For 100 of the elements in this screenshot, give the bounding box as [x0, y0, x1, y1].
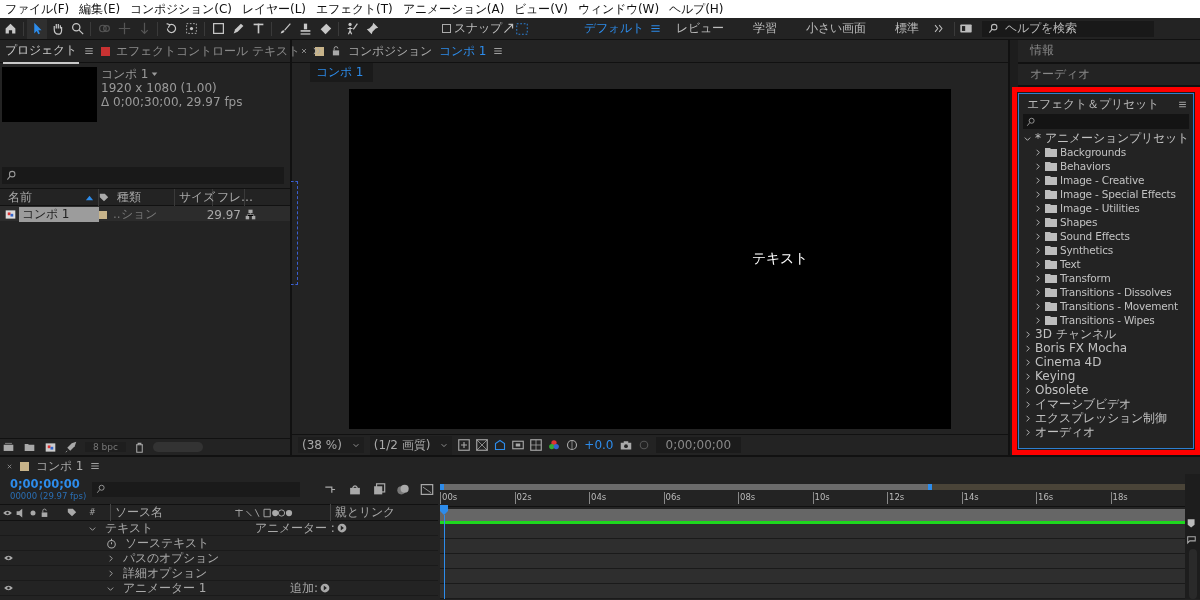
menu-icon[interactable]	[1178, 99, 1187, 109]
workspace-tab[interactable]: 標準	[880, 20, 933, 37]
panel-title[interactable]: エフェクト＆プリセット	[1027, 95, 1159, 113]
help-search-field[interactable]: ヘルプを検索	[982, 20, 1154, 37]
chevron-icon[interactable]	[1033, 203, 1042, 213]
zoom-marker-icon[interactable]	[1187, 518, 1198, 530]
frame-blending-icon[interactable]	[372, 482, 386, 496]
add-menu-label[interactable]: 追加:	[290, 579, 319, 597]
chevron-icon[interactable]	[1033, 273, 1042, 283]
chevron-icon[interactable]	[1023, 357, 1032, 367]
layer-property-name[interactable]: ソーステキスト	[125, 534, 209, 552]
eye-icon[interactable]	[2, 583, 14, 593]
chevron-icon[interactable]	[1033, 301, 1042, 311]
playhead-handle-icon[interactable]	[440, 505, 448, 515]
color-channels-icon[interactable]	[548, 439, 561, 451]
chevron-icon[interactable]	[1023, 329, 1032, 339]
composition-tab-name[interactable]: コンポ 1	[439, 42, 487, 60]
grid-icon[interactable]	[458, 439, 471, 451]
effects-tree-item[interactable]: イマーシブビデオ	[1035, 397, 1131, 412]
motion-blur-icon[interactable]	[396, 482, 410, 496]
timecode-field[interactable]: 0;00;00;00	[655, 437, 742, 453]
effects-tree-item[interactable]: Transform	[1060, 271, 1111, 286]
effects-tree-item[interactable]: Boris FX Mocha	[1035, 341, 1128, 356]
chevron-icon[interactable]	[106, 553, 115, 563]
chevron-icon[interactable]	[1033, 259, 1042, 269]
composition-icon[interactable]	[44, 441, 57, 453]
double-chevron-icon[interactable]	[311, 46, 322, 56]
menu-icon[interactable]	[90, 461, 101, 471]
effects-tree-item[interactable]: Transitions - Wipes	[1060, 313, 1155, 328]
pointer-tool[interactable]	[27, 18, 47, 39]
chevron-icon[interactable]	[1033, 315, 1042, 325]
comment-icon[interactable]	[1187, 534, 1198, 545]
region-icon[interactable]	[512, 439, 525, 451]
timeline-tab[interactable]: コンポ 1	[36, 457, 84, 475]
safe-margins-icon[interactable]	[476, 439, 489, 451]
trash-icon[interactable]	[133, 441, 145, 453]
column-header[interactable]: 名前	[8, 189, 32, 206]
effects-tree-item[interactable]: Behaviors	[1060, 159, 1111, 174]
lock-icon[interactable]	[331, 46, 341, 56]
menu-icon[interactable]	[84, 46, 94, 56]
search-field[interactable]	[2, 167, 284, 184]
add-menu-label[interactable]: アニメーター :	[255, 519, 335, 537]
composition-tab-title[interactable]: コンポジション	[348, 42, 432, 60]
playhead[interactable]	[440, 505, 448, 599]
effects-tree-item[interactable]: Obsolete	[1035, 383, 1089, 398]
workspace-tab[interactable]: デフォルト	[569, 20, 650, 37]
effects-tree-item[interactable]: Shapes	[1060, 215, 1098, 230]
workspace-tab[interactable]: 学習	[738, 20, 791, 37]
hierarchy-icon[interactable]	[245, 209, 256, 220]
panel-tab[interactable]: プロジェクト	[3, 38, 79, 64]
effects-search-field[interactable]	[1023, 114, 1189, 130]
layer-property-name[interactable]: テキスト	[105, 519, 153, 537]
menu-item[interactable]: ファイル(F)	[0, 0, 75, 18]
dropdown-icon[interactable]	[151, 70, 159, 78]
chevron-icon[interactable]	[1033, 147, 1042, 157]
column-header[interactable]: 種類	[117, 189, 141, 206]
effects-tree-item[interactable]: Backgrounds	[1060, 145, 1126, 160]
exposure-reset-icon[interactable]	[566, 439, 579, 451]
double-chevron-icon[interactable]	[933, 23, 944, 34]
layer-property-name[interactable]: 詳細オプション	[123, 564, 207, 582]
close-icon[interactable]	[6, 462, 13, 470]
effects-tree-item[interactable]: Synthetics	[1060, 243, 1114, 258]
chevron-icon[interactable]	[1023, 343, 1032, 353]
effects-tree-item[interactable]: Transitions - Movement	[1060, 299, 1178, 314]
chevron-icon[interactable]	[1033, 245, 1042, 255]
effects-tree-item[interactable]: Image - Utilities	[1060, 201, 1140, 216]
solo-dot-icon[interactable]	[29, 508, 37, 517]
column-header[interactable]: サイズ	[179, 189, 215, 206]
effects-tree-item[interactable]: Transitions - Dissolves	[1060, 285, 1172, 300]
eye-icon[interactable]	[2, 553, 14, 563]
resolution-dropdown[interactable]: (1/2 画質)	[369, 435, 453, 455]
effects-tree-item[interactable]: Text	[1060, 257, 1081, 272]
zoom-dropdown[interactable]: (38 %)	[298, 437, 364, 453]
effects-tree-item[interactable]: オーディオ	[1035, 425, 1095, 440]
column-header[interactable]: フレ…	[217, 189, 253, 206]
layer-property-name[interactable]: パスのオプション	[123, 549, 219, 567]
workspace-tab[interactable]: レビュー	[661, 20, 738, 37]
menu-item[interactable]: レイヤー(L)	[236, 0, 312, 18]
menu-item[interactable]: 編集(E)	[74, 0, 126, 18]
graph-editor-icon[interactable]	[420, 482, 434, 496]
id-card-icon[interactable]	[958, 22, 974, 35]
menu-icon[interactable]	[493, 46, 504, 56]
effects-tree-item[interactable]: 3D チャンネル	[1035, 327, 1116, 342]
chevron-icon[interactable]	[1023, 399, 1032, 409]
effects-tree-item[interactable]: * アニメーションプリセット	[1035, 131, 1189, 146]
exposure-value[interactable]: +0.0	[584, 438, 614, 452]
effects-tree-item[interactable]: Sound Effects	[1060, 229, 1130, 244]
effects-tree-item[interactable]: エクスプレッション制御	[1035, 411, 1167, 426]
snap-icon[interactable]	[502, 22, 515, 35]
layer-property-name[interactable]: アニメーター 1	[123, 579, 207, 597]
menu-item[interactable]: エフェクト(T)	[311, 0, 398, 18]
panel-tab[interactable]: エフェクトコントロール テキスト	[99, 39, 302, 63]
effects-tree-item[interactable]: Image - Creative	[1060, 173, 1145, 188]
bit-depth-button[interactable]: 8 bpc	[85, 442, 126, 452]
play-circle-icon[interactable]	[336, 523, 347, 533]
menu-item[interactable]: アニメーション(A)	[397, 0, 510, 18]
snap-checkbox[interactable]: スナップ	[442, 20, 502, 37]
chevron-icon[interactable]	[106, 568, 115, 578]
stopwatch-icon[interactable]	[106, 537, 117, 549]
mask-path-icon[interactable]	[494, 439, 507, 451]
